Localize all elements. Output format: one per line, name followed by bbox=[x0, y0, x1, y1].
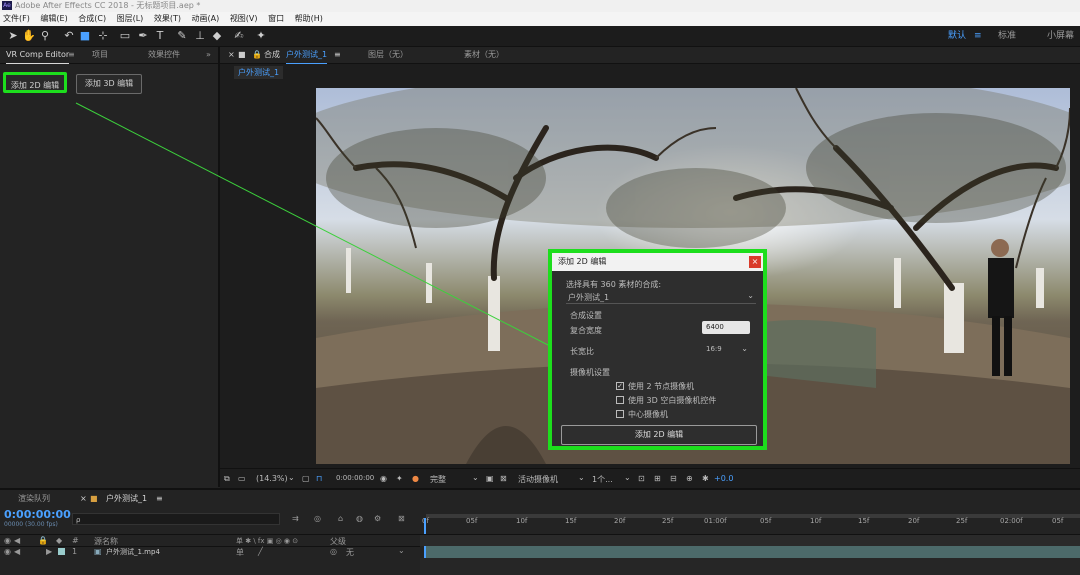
video-switch-icon: ◉ bbox=[4, 536, 11, 545]
viewer-control-bar: ⧉ ▭ (14.3%) ⌄ ▢ ⊓ 0:00:00:00 ◉ ✦ ● 完整 ⌄ … bbox=[220, 468, 1080, 489]
snapshot-icon[interactable]: ◉ bbox=[380, 474, 387, 483]
shy-layers-icon[interactable]: ◎ bbox=[314, 514, 321, 523]
frame-blending-icon[interactable]: ⌂ bbox=[338, 514, 343, 523]
tab-render-queue[interactable]: 渲染队列 bbox=[18, 491, 50, 507]
two-node-camera-checkbox[interactable]: ✓ bbox=[616, 382, 624, 390]
dialog-title: 添加 2D 编辑 bbox=[552, 253, 763, 271]
timeline-menu-icon[interactable]: ≡ bbox=[156, 491, 163, 507]
layer-index: 1 bbox=[72, 547, 78, 556]
comp-color-icon: ■ bbox=[90, 494, 98, 503]
camera-settings-heading: 摄像机设置 bbox=[570, 368, 610, 377]
quality-switch-icon[interactable]: ╱ bbox=[258, 547, 263, 556]
two-node-camera-label: 使用 2 节点摄像机 bbox=[628, 382, 695, 391]
ruler-tick-label: 25f bbox=[956, 517, 968, 525]
view-layout-dropdown[interactable]: 1个... bbox=[592, 474, 613, 485]
chevron-down-icon: ⌄ bbox=[288, 473, 295, 482]
timeline-tabs: 渲染队列 × ■ 户外测试_1 ≡ bbox=[0, 488, 1080, 508]
layer-name[interactable]: 户外测试_1.mp4 bbox=[106, 547, 160, 557]
timeline-panel: 0:00:00:00 00000 (30.00 fps) ρ ⇉ ◎ ⌂ ◍ ⚙… bbox=[0, 506, 1080, 575]
monitor-icon[interactable]: ▭ bbox=[238, 474, 246, 483]
magnification-dropdown[interactable]: (14.3%) bbox=[256, 474, 288, 483]
ruler-tick-label: 10f bbox=[516, 517, 528, 525]
chevron-down-icon: ⌄ bbox=[472, 473, 479, 482]
audio-switch-icon: ◀ bbox=[14, 536, 21, 545]
timeline-empty-area bbox=[420, 558, 1080, 575]
comp-settings-heading: 合成设置 bbox=[570, 311, 602, 320]
layer-duration-bar[interactable] bbox=[426, 546, 1080, 558]
eye-icon[interactable]: ◉ bbox=[4, 547, 11, 556]
shy-switch-icon[interactable]: 单 bbox=[236, 547, 244, 558]
timeline-timecode[interactable]: 0:00:00:00 bbox=[4, 508, 71, 521]
time-ruler[interactable]: 0f 05f 10f 15f 20f 25f 01:00f 05f 10f 15… bbox=[420, 510, 1080, 532]
ruler-tick-label: 15f bbox=[565, 517, 577, 525]
chevron-down-icon: ⌄ bbox=[578, 473, 585, 482]
comp-select-value: 户外测试_1 bbox=[568, 293, 610, 302]
lock-header-icon: 🔒 bbox=[38, 536, 48, 545]
layer-label-color[interactable] bbox=[58, 548, 65, 555]
add-2d-edit-confirm-button[interactable]: 添加 2D 编辑 bbox=[561, 425, 757, 445]
track-header-area bbox=[420, 534, 1080, 546]
motion-blur-icon[interactable]: ◍ bbox=[356, 514, 363, 523]
always-preview-icon[interactable]: ⧉ bbox=[224, 474, 230, 484]
parent-value[interactable]: 无 bbox=[346, 547, 354, 558]
footage-file-icon: ▣ bbox=[94, 547, 102, 556]
show-snapshot-icon[interactable]: ✦ bbox=[396, 474, 403, 483]
fast-previews-icon[interactable]: ⊞ bbox=[654, 474, 661, 483]
3d-null-camera-checkbox[interactable] bbox=[616, 396, 624, 404]
ruler-tick-label: 05f bbox=[466, 517, 478, 525]
transparency-grid-icon[interactable]: ⊠ bbox=[500, 474, 507, 483]
mask-visibility-icon[interactable]: ⊓ bbox=[316, 474, 322, 483]
center-camera-label: 中心摄像机 bbox=[628, 410, 668, 419]
comp-flowchart-icon[interactable]: ⊕ bbox=[686, 474, 693, 483]
layer-row[interactable]: ◉ ◀ ▶ 1 ▣ 户外测试_1.mp4 单 ╱ ◎ 无 ⌄ bbox=[0, 546, 420, 558]
3d-null-camera-label: 使用 3D 空白摄像机控件 bbox=[628, 396, 717, 405]
timeline-frame-count: 00000 (30.00 fps) bbox=[4, 521, 58, 528]
layer-search-input[interactable]: ρ bbox=[72, 513, 280, 525]
ruler-tick-label: 15f bbox=[858, 517, 870, 525]
exposure-value[interactable]: +0.0 bbox=[714, 474, 733, 483]
comp-width-input[interactable]: 6400 bbox=[702, 321, 750, 334]
col-switches: 单 ✱ \ fx ▣ ◎ ◉ ⊙ bbox=[236, 537, 299, 545]
region-of-interest-icon[interactable]: ▣ bbox=[486, 474, 494, 483]
exposure-reset-icon[interactable]: ✱ bbox=[702, 474, 709, 483]
3d-view-dropdown[interactable]: 活动摄像机 bbox=[518, 474, 558, 485]
center-camera-checkbox[interactable] bbox=[616, 410, 624, 418]
close-tab-icon[interactable]: × bbox=[80, 491, 87, 507]
ruler-tick-label: 10f bbox=[810, 517, 822, 525]
snap-icon[interactable]: ⊠ bbox=[398, 514, 405, 523]
aspect-ratio-label: 长宽比 bbox=[570, 347, 594, 356]
color-channel-icon[interactable]: ● bbox=[412, 474, 419, 483]
label-header-icon: ◆ bbox=[56, 536, 63, 545]
toggle-pixel-aspect-icon[interactable]: ⊡ bbox=[638, 474, 645, 483]
ruler-tick-label: 20f bbox=[908, 517, 920, 525]
safe-margins-icon[interactable]: ▢ bbox=[302, 474, 310, 483]
timeline-icon[interactable]: ⊟ bbox=[670, 474, 677, 483]
expand-arrow-icon[interactable]: ▶ bbox=[46, 547, 52, 556]
speaker-icon[interactable]: ◀ bbox=[14, 547, 20, 556]
select-comp-label: 选择具有 360 素材的合成: bbox=[566, 280, 662, 289]
ruler-tick-label: 02:00f bbox=[1000, 517, 1023, 525]
col-number: # bbox=[72, 536, 79, 545]
chevron-down-icon: ⌄ bbox=[741, 344, 748, 353]
ruler-tick-label: 01:00f bbox=[704, 517, 727, 525]
current-time-display[interactable]: 0:00:00:00 bbox=[336, 474, 374, 482]
ruler-tick-label: 20f bbox=[614, 517, 626, 525]
dialog-close-icon[interactable]: × bbox=[749, 256, 761, 268]
aspect-ratio-dropdown[interactable]: 16:9 ⌄ bbox=[702, 344, 750, 356]
graph-editor-icon[interactable]: ⚙ bbox=[374, 514, 381, 523]
parent-pickwhip-icon[interactable]: ◎ bbox=[330, 547, 337, 556]
ruler-tick-label: 05f bbox=[760, 517, 772, 525]
chevron-down-icon: ⌄ bbox=[747, 291, 754, 300]
chevron-down-icon: ⌄ bbox=[398, 546, 405, 555]
ruler-tick-label: 05f bbox=[1052, 517, 1064, 525]
chevron-down-icon: ⌄ bbox=[624, 473, 631, 482]
ruler-tick-label: 25f bbox=[662, 517, 674, 525]
composition-mini-flowchart-icon[interactable]: ⇉ bbox=[292, 514, 299, 523]
aspect-ratio-value: 16:9 bbox=[706, 345, 722, 353]
comp-select-dropdown[interactable]: 户外测试_1 ⌄ bbox=[566, 291, 756, 304]
comp-width-label: 复合宽度 bbox=[570, 326, 602, 335]
add-2d-edit-dialog: 添加 2D 编辑 × 选择具有 360 素材的合成: 户外测试_1 ⌄ 合成设置… bbox=[548, 249, 767, 450]
resolution-dropdown[interactable]: 完整 bbox=[430, 474, 446, 485]
